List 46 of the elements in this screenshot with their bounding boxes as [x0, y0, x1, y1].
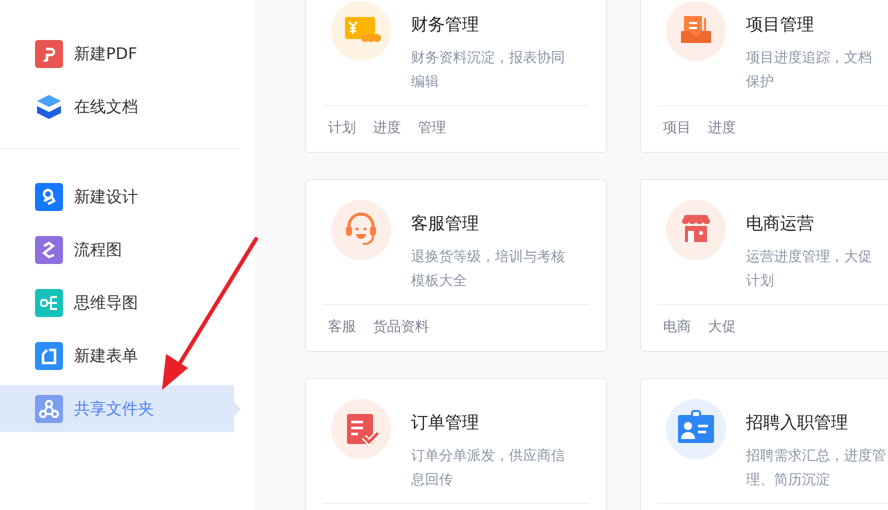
pdf-icon [35, 40, 63, 68]
card-title: 财务管理 [411, 14, 480, 36]
tag-label: 管理 [418, 119, 446, 138]
cube-icon [35, 92, 63, 120]
sidebar-item[interactable]: 流程图 [0, 226, 234, 273]
card-title: 招聘入职管理 [746, 412, 849, 434]
flowchart-icon [35, 236, 63, 264]
form-icon [35, 342, 63, 370]
template-card[interactable]: 客服管理 退换货等级，培训与考核 模板大全 客服 货品资料 [305, 179, 607, 352]
template-card[interactable]: 财务管理 财务资料沉淀，报表协同 编辑 计划 进度 管理 [305, 0, 607, 153]
card-description: 项目进度追踪，文档 保护 [746, 49, 872, 92]
design-icon [35, 182, 63, 210]
inbox-icon [666, 1, 726, 61]
tag-label: 项目 [663, 119, 691, 138]
card-title: 订单管理 [411, 412, 480, 434]
sidebar-item[interactable]: 新建设计 [0, 173, 234, 220]
card-title: 项目管理 [746, 14, 815, 36]
card-title: 客服管理 [411, 213, 480, 235]
share-icon [35, 394, 63, 422]
card-title: 电商运营 [746, 213, 815, 235]
tag-label: 计划 [328, 119, 356, 138]
card-description: 退换货等级，培训与考核 模板大全 [411, 248, 565, 291]
sidebar-item[interactable]: 新建PDF [0, 30, 234, 77]
tag-label: 进度 [373, 119, 401, 138]
template-card[interactable]: 订单管理 订单分单派发，供应商信 息回传 [305, 378, 607, 510]
sidebar-item[interactable]: 新建表单 [0, 332, 234, 379]
headset-icon [331, 200, 391, 260]
tag-label: 货品资料 [373, 318, 429, 337]
card-description: 招聘需求汇总，进度管 理、简历沉淀 [746, 447, 886, 490]
template-card[interactable]: 项目管理 项目进度追踪，文档 保护 项目 进度 [640, 0, 888, 153]
card-description: 财务资料沉淀，报表协同 编辑 [411, 49, 565, 92]
money-card-icon [331, 1, 391, 61]
mind-map-icon [35, 288, 63, 316]
order-check-icon [331, 399, 391, 459]
tag-label: 客服 [328, 318, 356, 337]
tag-label: 进度 [708, 119, 736, 138]
template-card[interactable]: 电商运营 运营进度管理，大促 计划 电商 大促 [640, 179, 888, 352]
sidebar-item[interactable]: 思维导图 [0, 279, 234, 326]
shop-icon [666, 200, 726, 260]
template-card[interactable]: 招聘入职管理 招聘需求汇总，进度管 理、简历沉淀 [640, 378, 888, 510]
sidebar-item[interactable]: 在线文档 [0, 83, 234, 130]
card-description: 运营进度管理，大促 计划 [746, 248, 872, 291]
id-badge-icon [666, 399, 726, 459]
card-description: 订单分单派发，供应商信 息回传 [411, 447, 565, 490]
tag-label: 电商 [663, 318, 691, 337]
tag-label: 大促 [708, 318, 736, 337]
